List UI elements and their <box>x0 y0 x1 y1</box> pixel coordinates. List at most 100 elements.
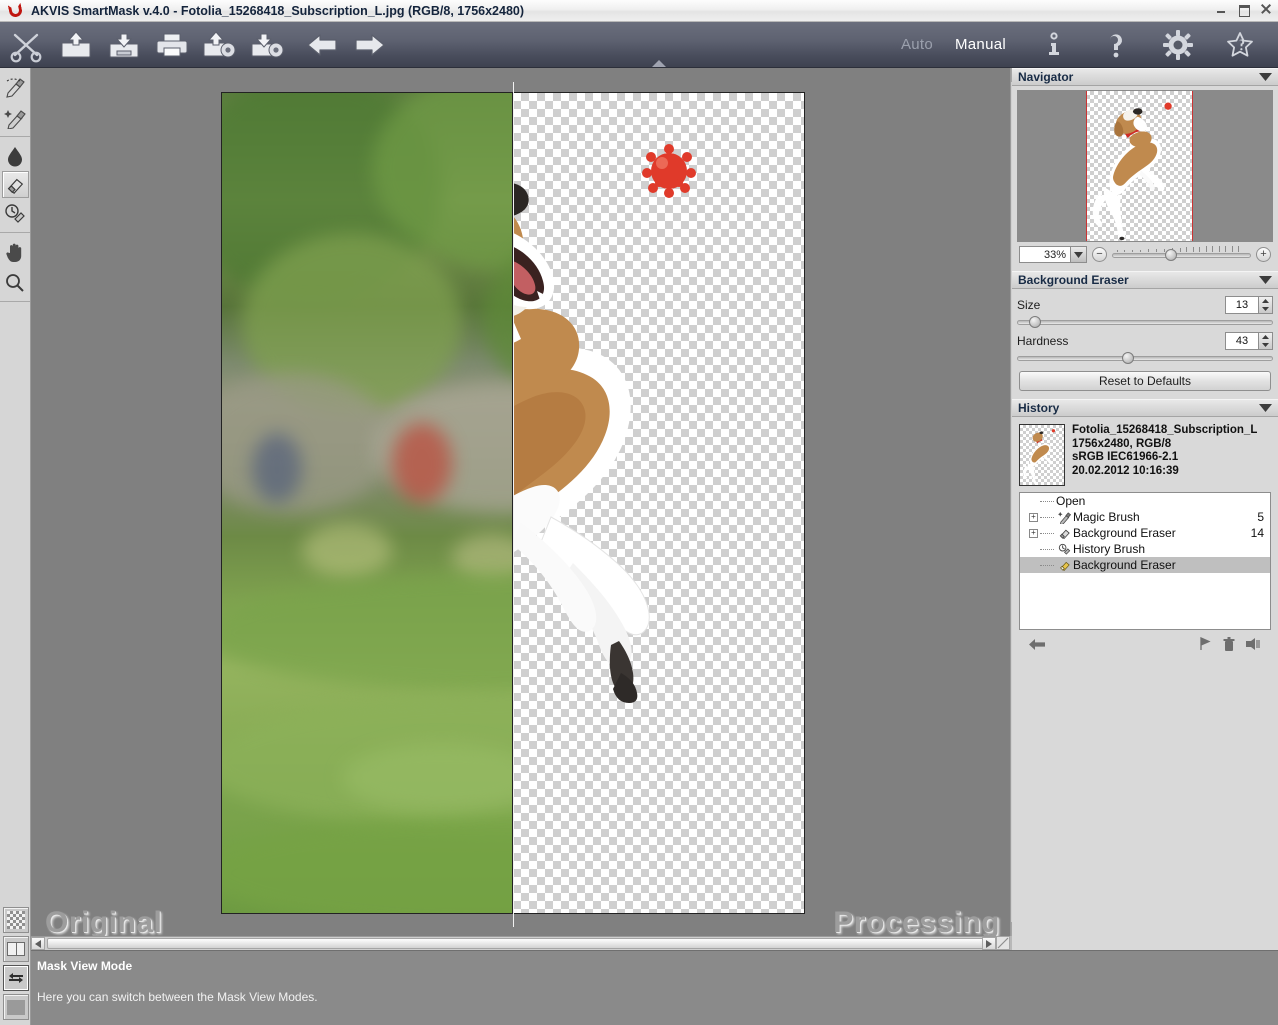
info-button[interactable] <box>1030 23 1078 67</box>
view-mode-solid[interactable] <box>3 994 29 1020</box>
view-mode-split[interactable] <box>3 936 29 962</box>
history-snapshot-button[interactable] <box>1241 637 1265 651</box>
history-item-label: Magic Brush <box>1073 510 1140 524</box>
tree-connector <box>1040 549 1054 550</box>
tool-history-brush[interactable] <box>1 198 30 229</box>
zoom-slider[interactable] <box>1112 246 1251 263</box>
zoom-slider-track[interactable] <box>1112 253 1251 258</box>
chevron-down-icon[interactable] <box>1259 401 1272 415</box>
save-image-button[interactable] <box>100 23 148 67</box>
right-panel-column: Navigator <box>1012 68 1278 950</box>
history-item-count: 14 <box>1251 526 1264 540</box>
status-description: Here you can switch between the Mask Vie… <box>37 990 1272 1004</box>
cutout-dog-subject <box>513 93 805 913</box>
background-eraser-panel-body: Size 13 Hardness 43 <box>1012 289 1278 399</box>
hints-button[interactable] <box>1216 23 1264 67</box>
background-eraser-panel-header[interactable]: Background Eraser <box>1012 271 1278 289</box>
tree-connector <box>1040 501 1054 502</box>
red-ball <box>642 144 696 198</box>
history-list[interactable]: Open + Magic Brush 5 <box>1019 492 1271 630</box>
hardness-row: Hardness 43 <box>1017 331 1273 351</box>
zoom-value[interactable]: 33% <box>1019 246 1071 263</box>
history-document-info: Fotolia_15268418_Subscription_L 1756x248… <box>1017 421 1273 490</box>
size-slider-track[interactable] <box>1017 320 1273 325</box>
sparkle-brush-icon <box>1056 511 1073 524</box>
navigator-panel-header[interactable]: Navigator <box>1012 68 1278 86</box>
close-button[interactable] <box>1259 2 1272 16</box>
history-panel-header[interactable]: History <box>1012 399 1278 417</box>
expand-icon[interactable]: + <box>1029 513 1038 522</box>
hardness-value[interactable]: 43 <box>1225 332 1259 350</box>
zoom-combobox[interactable]: 33% <box>1019 246 1087 263</box>
tool-quick-selection-brush[interactable] <box>1 71 30 102</box>
tool-drop-blur[interactable] <box>1 140 30 171</box>
list-item[interactable]: Background Eraser <box>1020 557 1270 573</box>
minimize-button[interactable] <box>1215 2 1228 16</box>
list-item[interactable]: + Magic Brush 5 <box>1020 509 1270 525</box>
expand-icon[interactable]: + <box>1029 529 1038 538</box>
preferences-button[interactable] <box>1154 23 1202 67</box>
help-button[interactable] <box>1092 23 1140 67</box>
zoom-out-button[interactable]: − <box>1092 247 1107 262</box>
chevron-down-icon[interactable] <box>1259 273 1272 287</box>
history-metadata: Fotolia_15268418_Subscription_L 1756x248… <box>1072 424 1257 486</box>
save-preset-button[interactable] <box>244 23 292 67</box>
maximize-button[interactable] <box>1237 2 1250 16</box>
mask-view-mode-buttons <box>0 904 31 1025</box>
chevron-down-icon[interactable] <box>1259 70 1272 84</box>
hint-status-bar: Mask View Mode Here you can switch betwe… <box>31 950 1278 1025</box>
list-item[interactable]: + Background Eraser 14 <box>1020 525 1270 541</box>
canvas-horizontal-scrollbar[interactable] <box>31 936 1010 950</box>
reset-to-defaults-button[interactable]: Reset to Defaults <box>1019 371 1271 391</box>
image-canvas[interactable]: Original Processing <box>31 68 1010 950</box>
zoom-slider-knob[interactable] <box>1165 249 1177 261</box>
tool-zoom[interactable] <box>1 267 30 298</box>
size-slider-knob[interactable] <box>1029 316 1041 328</box>
horizontal-scroll-thumb[interactable] <box>47 938 987 949</box>
redo-button[interactable] <box>346 23 394 67</box>
view-mode-transparency[interactable] <box>3 907 29 933</box>
chevron-down-icon[interactable] <box>1071 246 1087 263</box>
hardness-slider-knob[interactable] <box>1122 352 1134 364</box>
scroll-left-arrow-icon[interactable] <box>31 937 45 950</box>
navigator-dog-preview <box>1086 91 1193 242</box>
compare-divider[interactable] <box>513 82 514 927</box>
navigator-thumbnail[interactable] <box>1017 90 1273 242</box>
undo-button[interactable] <box>298 23 346 67</box>
history-delete-button[interactable] <box>1217 637 1241 652</box>
load-preset-button[interactable] <box>196 23 244 67</box>
hardness-spinner-arrows[interactable] <box>1259 332 1273 350</box>
size-value[interactable]: 13 <box>1225 296 1259 314</box>
navigator-title: Navigator <box>1018 70 1073 84</box>
hardness-slider[interactable] <box>1017 351 1273 365</box>
navigator-zoom-controls: 33% − <box>1017 242 1273 265</box>
auto-mode-tab[interactable]: Auto <box>901 36 933 53</box>
zoom-in-button[interactable]: + <box>1256 247 1271 262</box>
hardness-stepper[interactable]: 43 <box>1225 332 1273 350</box>
print-image-button[interactable] <box>148 23 196 67</box>
split-panes-icon <box>7 942 25 956</box>
main-toolbar: Auto Manual <box>0 22 1278 68</box>
tool-background-eraser[interactable] <box>2 171 29 198</box>
scroll-right-arrow-icon[interactable] <box>982 937 996 950</box>
manual-mode-tab[interactable]: Manual <box>955 36 1006 53</box>
history-item-label: History Brush <box>1073 542 1145 556</box>
title-bar: AKVIS SmartMask v.4.0 - Fotolia_15268418… <box>0 0 1278 22</box>
processing-image-pane <box>513 92 805 914</box>
list-item[interactable]: History Brush <box>1020 541 1270 557</box>
tool-hand[interactable] <box>1 236 30 267</box>
tool-magic-brush[interactable] <box>1 102 30 133</box>
history-set-marker-button[interactable] <box>1193 637 1217 651</box>
resize-grip-icon[interactable] <box>996 936 1010 950</box>
hardness-slider-track[interactable] <box>1017 356 1273 361</box>
open-image-button[interactable] <box>52 23 100 67</box>
size-slider[interactable] <box>1017 315 1273 329</box>
akvis-horn-logo-icon <box>5 2 27 20</box>
list-item[interactable]: Open <box>1020 493 1270 509</box>
navigator-view-bound-right <box>1192 91 1193 242</box>
size-spinner-arrows[interactable] <box>1259 296 1273 314</box>
view-mode-compare[interactable] <box>3 965 29 991</box>
size-stepper[interactable]: 13 <box>1225 296 1273 314</box>
history-step-back-button[interactable] <box>1025 638 1049 651</box>
chevron-up-icon[interactable] <box>648 57 670 68</box>
